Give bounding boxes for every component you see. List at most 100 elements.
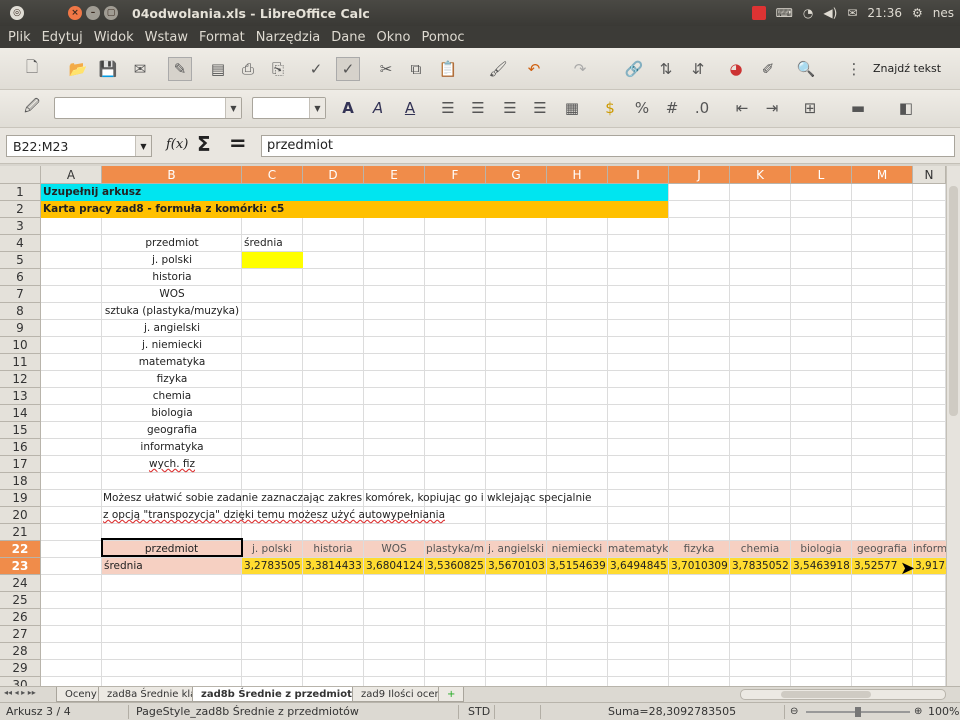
row-header-11[interactable]: 11 xyxy=(0,354,41,371)
row-header-10[interactable]: 10 xyxy=(0,337,41,354)
chart-icon[interactable]: ◕ xyxy=(724,57,748,81)
cell-row22-2[interactable]: historia xyxy=(303,541,363,557)
select-all-corner[interactable] xyxy=(0,166,41,184)
save-icon[interactable]: 💾 xyxy=(96,57,120,81)
cell-subject[interactable]: j. niemiecki xyxy=(102,337,242,354)
font-size-combo[interactable]: ▼ xyxy=(252,97,326,119)
cell-row22-10[interactable]: biologia xyxy=(791,541,851,557)
column-header-n[interactable]: N xyxy=(913,166,946,184)
user-icon[interactable]: ⚙ xyxy=(912,6,923,20)
scroll-thumb[interactable] xyxy=(781,691,871,698)
increase-indent-icon[interactable]: ⇥ xyxy=(760,96,784,120)
cell-row23-1[interactable]: 3,2783505 xyxy=(242,558,302,574)
chevron-down-icon[interactable]: ▼ xyxy=(309,98,325,118)
volume-icon[interactable]: ◀) xyxy=(823,6,837,20)
wifi-icon[interactable]: ◔ xyxy=(803,6,813,20)
merge-cells-icon[interactable]: ▦ xyxy=(560,96,584,120)
row-header-9[interactable]: 9 xyxy=(0,320,41,337)
cell-subject[interactable]: wych. fiz xyxy=(102,456,242,473)
redo-icon[interactable]: ↷ xyxy=(568,57,592,81)
find-text-label[interactable]: Znajdź tekst xyxy=(873,62,941,75)
cell-subject[interactable]: geografia xyxy=(102,422,242,439)
cell-row23-8[interactable]: 3,7010309 xyxy=(669,558,729,574)
column-header-j[interactable]: J xyxy=(669,166,730,184)
clock[interactable]: 21:36 xyxy=(867,6,902,20)
tab-zad8b[interactable]: zad8b Średnie z przedmiotów xyxy=(192,687,377,702)
cell-subject[interactable]: j. angielski xyxy=(102,320,242,337)
column-header-e[interactable]: E xyxy=(364,166,425,184)
cell-c4[interactable]: średnia xyxy=(244,235,302,252)
cell-row22-3[interactable]: WOS xyxy=(364,541,424,557)
align-left-icon[interactable]: ☰ xyxy=(436,96,460,120)
row-header-17[interactable]: 17 xyxy=(0,456,41,473)
clone-formatting-icon[interactable]: 🖌 xyxy=(486,57,510,81)
row-header-30[interactable]: 30 xyxy=(0,677,41,686)
indicator-icon[interactable] xyxy=(751,6,766,20)
cell-row23-10[interactable]: 3,5463918 xyxy=(791,558,851,574)
cell-row22-12[interactable]: informa xyxy=(913,541,946,557)
cell-subject[interactable]: j. polski xyxy=(102,252,242,269)
row-header-4[interactable]: 4 xyxy=(0,235,41,252)
cell-b20[interactable]: z opcją "transpozycja" dzięki temu możes… xyxy=(103,507,703,524)
chevron-down-icon[interactable]: ▼ xyxy=(225,98,241,118)
cut-icon[interactable]: ✂ xyxy=(374,57,398,81)
tab-zad9[interactable]: zad9 Ilości ocen xyxy=(352,687,450,702)
row-header-2[interactable]: 2 xyxy=(0,201,41,218)
keyboard-icon[interactable]: ⌨ xyxy=(776,6,793,20)
column-header-f[interactable]: F xyxy=(425,166,486,184)
menu-narzedzia[interactable]: Narzędzia xyxy=(256,30,321,45)
bold-icon[interactable]: A xyxy=(336,96,360,120)
name-box[interactable]: B22:M23 ▼ xyxy=(6,135,152,157)
row-header-6[interactable]: 6 xyxy=(0,269,41,286)
zoom-icon[interactable]: 🔍 xyxy=(794,57,818,81)
minimize-window-icon[interactable]: – xyxy=(86,6,100,20)
cell-subject[interactable]: sztuka (plastyka/muzyka) xyxy=(102,303,242,320)
zoom-out-icon[interactable]: ⊖ xyxy=(790,703,798,720)
sort-ascending-icon[interactable]: ⇅ xyxy=(654,57,678,81)
formula-input[interactable]: przedmiot xyxy=(261,135,955,157)
column-header-k[interactable]: K xyxy=(730,166,791,184)
print-preview-icon[interactable]: ⎘ xyxy=(266,57,290,81)
column-header-m[interactable]: M xyxy=(852,166,913,184)
tab-nav-icon[interactable]: ◂◂ ◂ ▸ ▸▸ xyxy=(4,688,36,697)
chevron-down-icon[interactable]: ▼ xyxy=(135,136,151,156)
row-header-14[interactable]: 14 xyxy=(0,405,41,422)
cell-subject[interactable]: WOS xyxy=(102,286,242,303)
currency-icon[interactable]: $ xyxy=(598,96,622,120)
cell-row23-7[interactable]: 3,6494845 xyxy=(608,558,668,574)
row-header-19[interactable]: 19 xyxy=(0,490,41,507)
menu-widok[interactable]: Widok xyxy=(94,30,134,45)
align-center-icon[interactable]: ☰ xyxy=(466,96,490,120)
cell-row23-3[interactable]: 3,6804124 xyxy=(364,558,424,574)
draw-functions-icon[interactable]: ✐ xyxy=(756,57,780,81)
cell-b19[interactable]: Możesz ułatwić sobie zadanie zaznaczając… xyxy=(103,490,703,507)
menu-pomoc[interactable]: Pomoc xyxy=(421,30,464,45)
row-header-15[interactable]: 15 xyxy=(0,422,41,439)
spreadsheet-grid[interactable]: ABCDEFGHIJKLMN 1 2 3 4 5 6 7 8 9 10 11 12 13 14 15 16 17… xyxy=(0,166,946,686)
cell-a2[interactable]: Karta pracy zad8 - formuła z komórki: c5 xyxy=(41,201,668,218)
percent-icon[interactable]: % xyxy=(630,96,654,120)
row-header-29[interactable]: 29 xyxy=(0,660,41,677)
edit-mode-icon[interactable]: ✎ xyxy=(168,57,192,81)
row-header-12[interactable]: 12 xyxy=(0,371,41,388)
cell-subject[interactable]: biologia xyxy=(102,405,242,422)
row-header-3[interactable]: 3 xyxy=(0,218,41,235)
menu-plik[interactable]: Plik xyxy=(8,30,31,45)
row-header-13[interactable]: 13 xyxy=(0,388,41,405)
cell-c5[interactable] xyxy=(242,252,303,268)
cell-subject[interactable]: fizyka xyxy=(102,371,242,388)
row-header-8[interactable]: 8 xyxy=(0,303,41,320)
justify-icon[interactable]: ☰ xyxy=(528,96,552,120)
column-header-i[interactable]: I xyxy=(608,166,669,184)
close-window-icon[interactable]: × xyxy=(68,6,82,20)
sort-descending-icon[interactable]: ⇵ xyxy=(686,57,710,81)
vertical-scrollbar[interactable] xyxy=(946,166,960,686)
cell-b4[interactable]: przedmiot xyxy=(102,235,242,252)
paste-icon[interactable]: 📋 xyxy=(436,57,460,81)
column-header-h[interactable]: H xyxy=(547,166,608,184)
maximize-window-icon[interactable]: ▢ xyxy=(104,6,118,20)
font-color-icon[interactable]: ◧ xyxy=(894,96,918,120)
column-header-g[interactable]: G xyxy=(486,166,547,184)
copy-icon[interactable]: ⧉ xyxy=(404,57,428,81)
new-document-icon[interactable]: 🗋 xyxy=(20,57,44,81)
